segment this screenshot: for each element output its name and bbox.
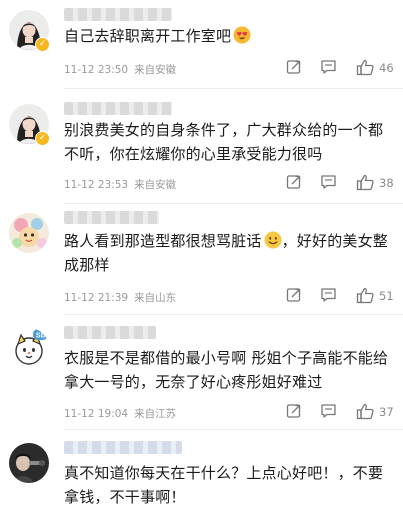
comment-location: 来自山东 [134,292,177,304]
thumbs-up-icon [356,174,374,191]
comment-item: ✓ 自己去辞职离开工作室吧 11-12 23:50 来自安徽 46 [0,0,403,92]
heart-eyes-emoji [233,26,251,44]
comment-icon [321,404,336,418]
divider [64,429,403,430]
comment-button[interactable] [320,287,337,305]
comment-location: 来自江苏 [134,408,177,420]
username-blurred[interactable] [64,211,159,224]
divider [64,88,403,89]
comment-item: Sb 衣服是不是都借的最小号啊 彤姐个子高能不能给拿大一号的，无奈了好心疼彤姐好… [0,318,403,430]
like-count: 51 [379,289,394,303]
share-button[interactable] [286,403,302,421]
username-blurred[interactable] [64,326,156,339]
comment-text-content: 路人看到那造型都很想骂脏话 [64,232,262,250]
like-count: 38 [379,176,394,190]
comment-actions: 51 [278,287,398,305]
comment-item: ✓ 别浪费美女的自身条件了，广大群众给的一个都不听，你在炫耀你的心里承受能力很吗… [0,92,403,204]
comment-item: 路人看到那造型都很想骂脏话 ，好好的美女整成那样 11-12 21:39 来自山东 [0,205,403,315]
thumbs-up-icon [356,287,374,304]
divider [64,314,403,315]
avatar[interactable] [9,213,49,253]
comment-item: 真不知道你每天在干什么？上点心好吧！，不要拿钱，不干事啊！ [0,431,403,512]
like-button[interactable] [356,174,375,192]
thumbs-up-icon [356,59,374,76]
avatar-badge-text: Sb [36,331,46,340]
comment-meta: 11-12 21:39 来自山东 [64,290,176,305]
like-button[interactable] [356,59,375,77]
comment-location: 来自安徽 [134,179,177,191]
comment-actions: 37 [278,403,398,421]
comment-actions: 38 [278,174,398,192]
comment-meta: 11-12 23:53 来自安徽 [64,177,176,192]
like-button[interactable] [356,287,375,305]
avatar[interactable]: Sb [9,328,49,368]
share-icon [286,175,301,189]
like-count: 37 [379,405,394,419]
comment-meta: 11-12 23:50 来自安徽 [64,62,176,77]
comment-meta: 11-12 19:04 来自江苏 [64,406,176,421]
comment-button[interactable] [320,174,337,192]
comment-icon [321,175,336,189]
comment-text: 衣服是不是都借的最小号啊 彤姐个子高能不能给拿大一号的，无奈了好心疼彤姐好难过 [64,349,389,391]
share-button[interactable] [286,174,302,192]
comment-time: 11-12 19:04 [64,408,129,420]
user-avatar-image [9,443,49,483]
comment-time: 11-12 23:53 [64,179,129,191]
comment-icon [321,288,336,302]
share-button[interactable] [286,287,302,305]
verified-badge-icon: ✓ [35,131,50,146]
thumbs-up-icon [356,403,374,420]
comment-button[interactable] [320,403,337,421]
like-count: 46 [379,61,394,75]
comment-icon [321,60,336,74]
comment-text-content: 自己去辞职离开工作室吧 [64,27,232,45]
share-icon [286,288,301,302]
divider [64,203,403,204]
comment-text: 自己去辞职离开工作室吧 [64,24,396,48]
username-blurred[interactable] [64,102,172,115]
share-button[interactable] [286,59,302,77]
comment-time: 11-12 21:39 [64,292,129,304]
user-avatar-image [9,213,49,253]
comment-text: 别浪费美女的自身条件了，广大群众给的一个都不听，你在炫耀你的心里承受能力很吗 [64,121,384,163]
share-icon [286,404,301,418]
avatar[interactable] [9,443,49,483]
like-button[interactable] [356,403,375,421]
comment-time: 11-12 23:50 [64,64,129,76]
comment-button[interactable] [320,59,337,77]
comment-location: 来自安徽 [134,64,177,76]
user-avatar-image: Sb [9,328,49,368]
comment-text: 路人看到那造型都很想骂脏话 ，好好的美女整成那样 [64,229,396,277]
username-blurred[interactable] [64,8,172,21]
comment-text: 真不知道你每天在干什么？上点心好吧！，不要拿钱，不干事啊！ [64,464,384,506]
comment-actions: 46 [278,59,398,77]
username-blurred[interactable] [64,441,182,454]
verified-badge-icon: ✓ [35,37,50,52]
share-icon [286,60,301,74]
smile-emoji [264,231,282,249]
